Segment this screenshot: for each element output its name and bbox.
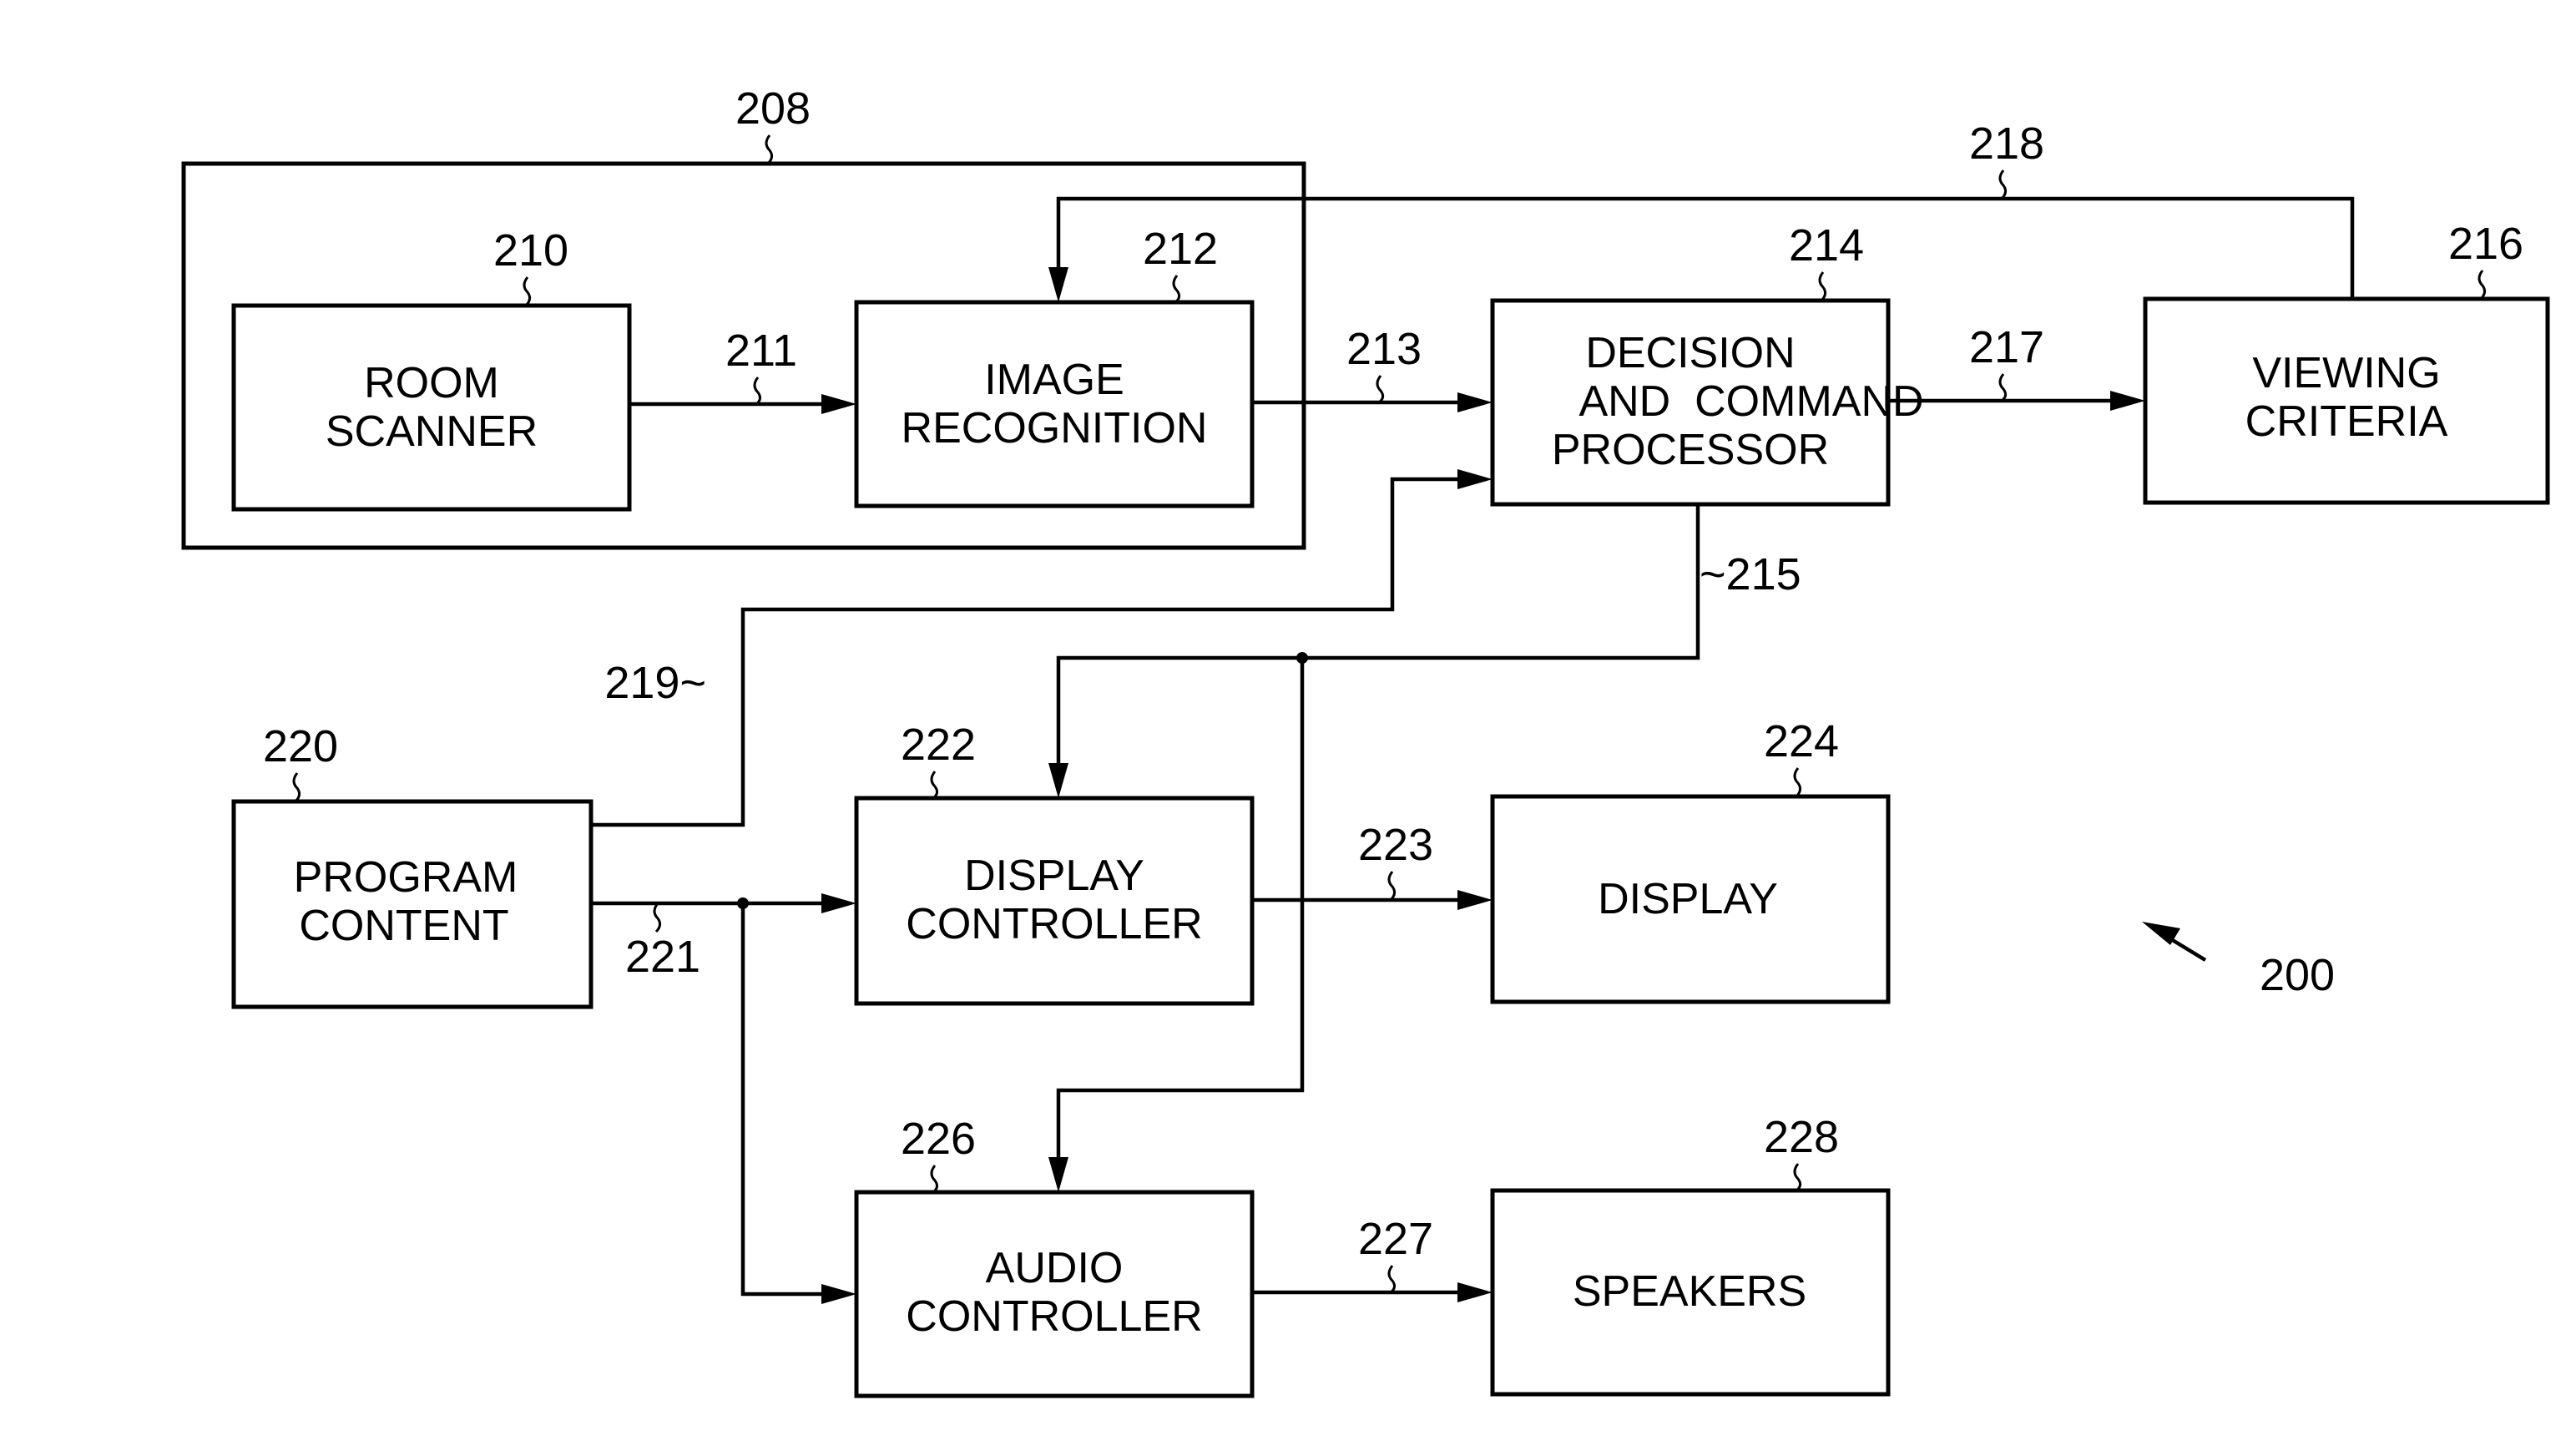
- block-display-controller: DISPLAY CONTROLLER 222: [854, 720, 1255, 1006]
- display-leader: [1793, 767, 1802, 798]
- block-room-scanner: ROOM SCANNER 210: [231, 225, 632, 512]
- audio-controller-label-line1: AUDIO: [986, 1244, 1124, 1292]
- program-content-leader: [292, 772, 301, 803]
- decision-processor-label-line1: DECISION: [1585, 329, 1795, 377]
- connector-223-ref: 223: [1358, 820, 1433, 870]
- image-recognition-label-line2: RECOGNITION: [902, 404, 1208, 452]
- connector-218-arrowhead: [1048, 267, 1068, 302]
- connector-221-line-to-audio-controller: [740, 903, 826, 1297]
- connector-215-arrowhead-audio-controller: [1048, 1157, 1068, 1192]
- display-controller-ref: 222: [901, 720, 976, 770]
- connector-223-leader: [1387, 871, 1397, 902]
- connection-211: 211: [629, 326, 856, 414]
- room-scanner-label-line1: ROOM: [364, 359, 499, 407]
- connector-213-arrowhead: [1457, 392, 1493, 412]
- connection-219: 219~: [591, 469, 1493, 827]
- display-label: DISPLAY: [1598, 875, 1778, 923]
- connector-221-ref: 221: [625, 932, 700, 982]
- connection-213: 213: [1252, 324, 1493, 412]
- connector-218-leader: [1998, 169, 2008, 200]
- connector-219-ref: 219~: [604, 658, 706, 708]
- group-leader-line: [765, 134, 774, 165]
- viewing-criteria-ref: 216: [2448, 219, 2523, 269]
- block-viewing-criteria: VIEWING CRITERIA 216: [2143, 219, 2550, 505]
- display-ref: 224: [1764, 716, 1839, 766]
- viewing-criteria-label-line2: CRITERIA: [2245, 397, 2448, 446]
- connector-221-arrowhead-audio-controller: [821, 1284, 856, 1304]
- connector-215-line-to-display-controller: [1056, 504, 1700, 768]
- connector-213-ref: 213: [1346, 324, 1422, 374]
- viewing-criteria-label-line1: VIEWING: [2252, 349, 2440, 397]
- display-controller-leader: [930, 771, 939, 800]
- program-content-label-line2: CONTENT: [299, 902, 508, 950]
- connector-217-ref: 217: [1969, 322, 2044, 372]
- connection-223: 223: [1252, 820, 1493, 910]
- connector-223-arrowhead: [1457, 890, 1493, 910]
- program-content-ref: 220: [263, 721, 338, 771]
- connector-215-ref: ~215: [1700, 549, 1801, 599]
- display-controller-label-line1: DISPLAY: [964, 852, 1144, 900]
- connector-218-ref: 218: [1969, 119, 2044, 169]
- connector-217-leader: [1998, 373, 2008, 402]
- audio-controller-label-line2: CONTROLLER: [906, 1292, 1202, 1341]
- connector-219-line: [591, 477, 1462, 827]
- viewing-criteria-leader: [2478, 270, 2487, 301]
- display-controller-label-line2: CONTROLLER: [906, 900, 1202, 948]
- block-diagram: 208 ROOM SCANNER 210 IMAGE RECOGNITION 2…: [181, 83, 2550, 1398]
- connector-221-leader: [653, 902, 662, 933]
- connector-211-ref: 211: [725, 326, 797, 376]
- room-scanner-leader: [523, 276, 532, 307]
- room-scanner-label-line2: SCANNER: [326, 407, 538, 456]
- figure-ref-label: 200: [2260, 950, 2335, 1000]
- block-program-content: PROGRAM CONTENT 220: [231, 721, 593, 1009]
- connector-227-leader: [1387, 1265, 1397, 1294]
- decision-processor-ref: 214: [1789, 220, 1864, 270]
- decision-processor-label-line2: AND COMMAND: [1578, 377, 1923, 426]
- block-audio-controller: AUDIO CONTROLLER 226: [854, 1114, 1255, 1398]
- group-ref-label: 208: [735, 83, 811, 134]
- decision-processor-leader: [1818, 271, 1827, 302]
- connection-217: 217: [1888, 322, 2145, 411]
- connector-217-arrowhead: [2110, 391, 2145, 411]
- block-decision-processor: DECISION AND COMMAND PROCESSOR 214: [1490, 220, 1924, 507]
- image-recognition-leader: [1172, 275, 1181, 304]
- audio-controller-ref: 226: [901, 1114, 976, 1164]
- connector-227-ref: 227: [1358, 1214, 1433, 1264]
- connector-211-leader: [753, 377, 762, 406]
- connector-221-arrowhead-display-controller: [821, 893, 856, 913]
- program-content-label-line1: PROGRAM: [294, 853, 518, 902]
- decision-processor-label-line3: PROCESSOR: [1552, 426, 1829, 474]
- image-recognition-ref: 212: [1143, 224, 1218, 274]
- connector-219-arrowhead: [1457, 469, 1493, 489]
- speakers-leader: [1793, 1163, 1802, 1192]
- block-speakers: SPEAKERS 228: [1490, 1112, 1891, 1397]
- figure-reference: 200: [2142, 922, 2335, 1000]
- connector-227-arrowhead: [1457, 1282, 1493, 1302]
- block-display: DISPLAY 224: [1490, 716, 1891, 1004]
- image-recognition-label-line1: IMAGE: [984, 356, 1124, 404]
- connection-221: 221: [591, 893, 856, 1304]
- connector-218-line: [1056, 196, 2355, 299]
- connector-213-leader: [1376, 375, 1385, 404]
- block-image-recognition: IMAGE RECOGNITION 212: [854, 224, 1255, 508]
- connection-227: 227: [1252, 1214, 1493, 1302]
- connection-218: 218: [1048, 119, 2355, 302]
- room-scanner-ref: 210: [493, 225, 568, 276]
- speakers-ref: 228: [1764, 1112, 1839, 1162]
- audio-controller-leader: [930, 1165, 939, 1194]
- connector-211-arrowhead: [821, 394, 856, 414]
- speakers-label: SPEAKERS: [1573, 1267, 1806, 1316]
- connector-215-arrowhead-display-controller: [1048, 763, 1068, 798]
